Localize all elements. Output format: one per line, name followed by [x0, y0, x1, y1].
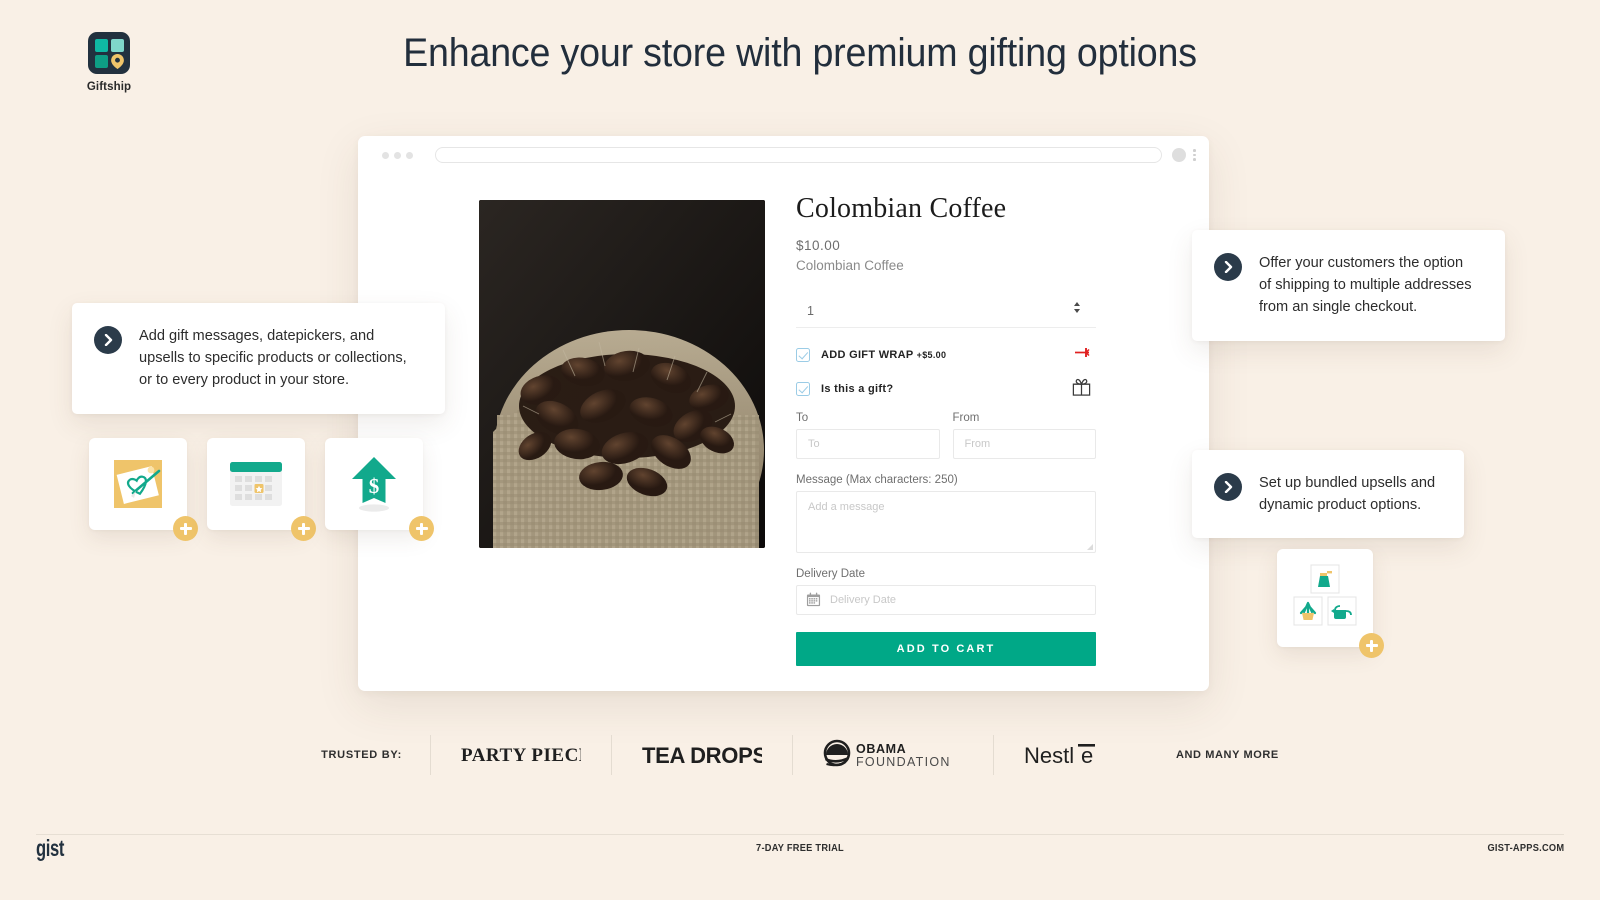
- svg-text:Nestl: Nestl: [1024, 743, 1074, 768]
- product-detail-panel: Colombian Coffee $10.00 Colombian Coffee…: [796, 193, 1096, 666]
- gist-logo: gist: [36, 834, 65, 861]
- and-many-more-label: AND MANY MORE: [1175, 749, 1279, 761]
- gift-box-icon: [1071, 376, 1092, 402]
- website-url: GIST-APPS.COM: [1487, 842, 1564, 854]
- calendar-star-icon: [230, 462, 282, 506]
- from-input[interactable]: From: [952, 428, 1096, 459]
- callout-text: Set up bundled upsells and dynamic produ…: [1259, 475, 1436, 514]
- svg-text:TEA DROPS: TEA DROPS: [642, 743, 762, 768]
- callout-bundled-upsells: Set up bundled upsells and dynamic produ…: [1192, 450, 1464, 539]
- to-label: To: [796, 411, 809, 424]
- nestle-logo-icon: Nestl e: [1024, 743, 1095, 768]
- chrome-right-controls: [1172, 148, 1196, 162]
- page-title: Enhance your store with premium gifting …: [403, 31, 1197, 75]
- message-textarea[interactable]: Add a message: [796, 490, 1096, 553]
- product-variant: Colombian Coffee: [796, 257, 904, 273]
- tea-drops-logo-icon: TEA DROPS: [642, 743, 762, 768]
- feature-card-upsell[interactable]: $: [325, 438, 434, 541]
- party-pieces-logo-icon: PARTY PIECES: [461, 745, 581, 766]
- from-field-group: From From: [952, 411, 1096, 459]
- browser-chrome: [358, 136, 1209, 175]
- to-input[interactable]: To: [796, 428, 940, 459]
- quantity-value: 1: [807, 303, 814, 318]
- quantity-spinner-icon[interactable]: [1074, 301, 1080, 313]
- to-from-fields: To To From From: [796, 412, 1096, 459]
- delivery-date-group: Delivery Date Delivery Date: [796, 568, 1096, 615]
- svg-text:e: e: [1081, 743, 1093, 768]
- callout-gift-messages: Add gift messages, datepickers, and upse…: [72, 303, 445, 414]
- free-trial-label: 7-DAY FREE TRIAL: [756, 842, 844, 854]
- add-to-cart-button[interactable]: ADD TO CART: [796, 631, 1096, 666]
- calendar-icon: [806, 592, 821, 607]
- delivery-date-label: Delivery Date: [796, 567, 866, 580]
- brand-name: Giftship: [86, 81, 132, 93]
- footer: gist 7-DAY FREE TRIAL GIST-APPS.COM: [36, 828, 1564, 868]
- quantity-stepper[interactable]: 1: [796, 295, 1096, 328]
- gift-wrap-row[interactable]: ADD GIFT WRAP +$5.00: [796, 347, 1096, 362]
- svg-text:$: $: [369, 474, 380, 498]
- delivery-date-input[interactable]: Delivery Date: [796, 584, 1096, 615]
- is-gift-checkbox[interactable]: [796, 381, 810, 396]
- message-field-group: Message (Max characters: 250) Add a mess…: [796, 474, 1096, 553]
- svg-text:OBAMA: OBAMA: [856, 742, 906, 756]
- product-image: [479, 200, 765, 548]
- trusted-by-strip: TRUSTED BY: PARTY PIECES TEA DROPS OBAMA…: [0, 735, 1600, 775]
- product-price: $10.00: [796, 237, 841, 253]
- logo-nestle: Nestl e: [992, 735, 1150, 775]
- gift-wrap-checkbox[interactable]: [796, 347, 810, 362]
- feature-card-gift-message[interactable]: [89, 438, 198, 541]
- url-bar[interactable]: [435, 147, 1162, 163]
- browser-mockup: Colombian Coffee $10.00 Colombian Coffee…: [358, 136, 1209, 691]
- feature-card-bundle[interactable]: [1277, 549, 1384, 658]
- chevron-right-icon: [94, 326, 122, 354]
- trusted-by-label: TRUSTED BY:: [321, 749, 402, 761]
- to-field-group: To To: [796, 412, 940, 459]
- plus-badge: [409, 516, 434, 541]
- kebab-menu-icon[interactable]: [1193, 149, 1196, 161]
- message-label: Message (Max characters: 250): [796, 473, 958, 486]
- delivery-date-placeholder: Delivery Date: [830, 593, 897, 606]
- plus-badge: [291, 516, 316, 541]
- arrow-up-dollar-icon: $: [352, 457, 396, 512]
- logo-tea-drops: TEA DROPS: [610, 735, 792, 775]
- product-title: Colombian Coffee: [796, 193, 1007, 224]
- svg-text:FOUNDATION: FOUNDATION: [856, 755, 951, 769]
- is-gift-row[interactable]: Is this a gift?: [796, 378, 1096, 396]
- logo-party-pieces: PARTY PIECES: [429, 735, 611, 775]
- plant-bundle-icon: [1293, 564, 1357, 626]
- obama-foundation-logo-icon: OBAMA FOUNDATION: [823, 739, 951, 769]
- logo-obama-foundation: OBAMA FOUNDATION: [791, 735, 993, 775]
- is-gift-label: Is this a gift?: [821, 382, 894, 395]
- red-ribbon-icon: [1072, 342, 1092, 367]
- gift-card-heart-icon: [114, 460, 162, 508]
- svg-text:PARTY PIECES: PARTY PIECES: [461, 745, 581, 766]
- callout-multi-address: Offer your customers the option of shipp…: [1192, 230, 1505, 341]
- feature-card-datepicker[interactable]: [207, 438, 316, 541]
- page-root: Giftship Enhance your store with premium…: [0, 0, 1600, 900]
- chevron-right-icon: [1214, 253, 1242, 281]
- window-controls-icon: [382, 152, 413, 159]
- chevron-right-icon: [1214, 473, 1242, 501]
- plus-badge: [173, 516, 198, 541]
- callout-text: Offer your customers the option of shipp…: [1259, 255, 1472, 316]
- gift-wrap-label: ADD GIFT WRAP +$5.00: [821, 348, 947, 361]
- callout-text: Add gift messages, datepickers, and upse…: [139, 328, 407, 389]
- from-label: From: [952, 411, 980, 424]
- plus-badge: [1359, 633, 1384, 658]
- profile-circle-icon[interactable]: [1172, 148, 1187, 162]
